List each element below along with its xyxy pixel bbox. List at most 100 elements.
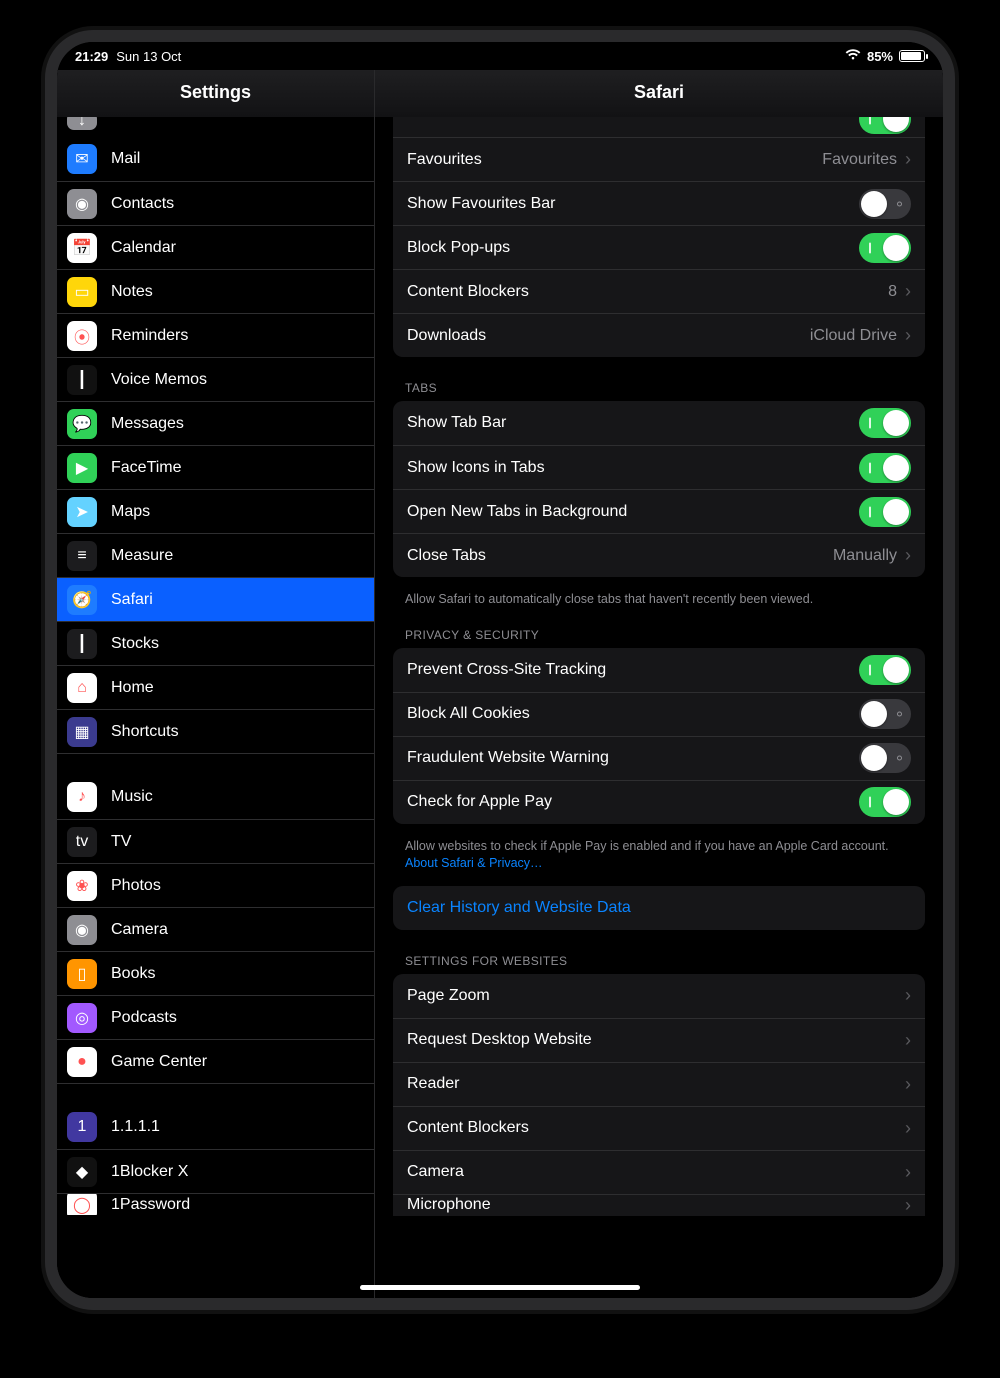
sidebar-item-notes[interactable]: ▭ Notes — [57, 269, 374, 313]
app-icon: ▭ — [67, 277, 97, 307]
label: Reader — [407, 1075, 905, 1093]
chevron-right-icon: › — [905, 325, 911, 346]
sidebar-item-podcasts[interactable]: ◎Podcasts — [57, 995, 374, 1039]
detail-pane: Safari Favourites Favourites › — [375, 70, 943, 1298]
row-block-cookies[interactable]: Block All Cookies — [393, 692, 925, 736]
section-clear: Clear History and Website Data — [393, 886, 925, 930]
sidebar-item-cutoff[interactable]: ↓ — [57, 117, 374, 137]
app-icon: 💬 — [67, 409, 97, 439]
sidebar-item-label: Game Center — [111, 1053, 207, 1071]
sidebar-item-voice-memos[interactable]: ┃Voice Memos — [57, 357, 374, 401]
status-time: 21:29 — [75, 49, 108, 64]
row-applepay[interactable]: Check for Apple Pay — [393, 780, 925, 824]
row-show-favourites-bar[interactable]: Show Favourites Bar — [393, 181, 925, 225]
detail-title: Safari — [375, 70, 943, 117]
app-icon: ◉ — [67, 915, 97, 945]
sidebar-divider — [57, 753, 374, 775]
sidebar-item-photos[interactable]: ❀Photos — [57, 863, 374, 907]
sidebar-item-reminders[interactable]: ⦿Reminders — [57, 313, 374, 357]
section-general: Favourites Favourites › Show Favourites … — [393, 117, 925, 357]
sidebar-item-stocks[interactable]: ┃Stocks — [57, 621, 374, 665]
sidebar-item-label: Home — [111, 679, 154, 697]
row-microphone[interactable]: Microphone› — [393, 1194, 925, 1216]
toggle[interactable] — [859, 233, 911, 263]
sidebar-item-measure[interactable]: ≡Measure — [57, 533, 374, 577]
status-date: Sun 13 Oct — [116, 49, 181, 64]
value: 8 — [888, 283, 897, 301]
sidebar-item-1password[interactable]: ◯1Password — [57, 1193, 374, 1215]
row-show-icons[interactable]: Show Icons in Tabs — [393, 445, 925, 489]
toggle[interactable] — [859, 408, 911, 438]
sidebar-item-label: Reminders — [111, 327, 188, 345]
sidebar-item-tv[interactable]: tvTV — [57, 819, 374, 863]
section-header-privacy: Privacy & Security — [393, 612, 925, 648]
toggle[interactable] — [859, 453, 911, 483]
app-icon: ❀ — [67, 871, 97, 901]
sidebar-item-books[interactable]: ▯Books — [57, 951, 374, 995]
toggle[interactable] — [859, 117, 911, 134]
home-indicator[interactable] — [360, 1285, 640, 1290]
wifi-icon — [845, 49, 861, 64]
chevron-right-icon: › — [905, 1195, 911, 1216]
toggle[interactable] — [859, 787, 911, 817]
chevron-right-icon: › — [905, 1118, 911, 1139]
label: Fraudulent Website Warning — [407, 749, 859, 767]
sidebar-item-facetime[interactable]: ▶FaceTime — [57, 445, 374, 489]
row-request-desktop-website[interactable]: Request Desktop Website› — [393, 1018, 925, 1062]
row-cutoff[interactable] — [393, 117, 925, 137]
sidebar-item-contacts[interactable]: ◉Contacts — [57, 181, 374, 225]
chevron-right-icon: › — [905, 985, 911, 1006]
sidebar-item-game-center[interactable]: ● Game Center — [57, 1039, 374, 1083]
sidebar-item-camera[interactable]: ◉ Camera — [57, 907, 374, 951]
row-show-tab-bar[interactable]: Show Tab Bar — [393, 401, 925, 445]
row-content-blockers[interactable]: Content Blockers› — [393, 1106, 925, 1150]
sidebar-item-mail[interactable]: ✉Mail — [57, 137, 374, 181]
value: Favourites — [822, 151, 897, 169]
sidebar-item-label: 1.1.1.1 — [111, 1118, 160, 1136]
row-fraud[interactable]: Fraudulent Website Warning — [393, 736, 925, 780]
row-page-zoom[interactable]: Page Zoom› — [393, 974, 925, 1018]
row-close-tabs[interactable]: Close Tabs Manually › — [393, 533, 925, 577]
row-reader[interactable]: Reader› — [393, 1062, 925, 1106]
sidebar-item-1-1-1-1[interactable]: 11.1.1.1 — [57, 1105, 374, 1149]
sidebar-item-music[interactable]: ♪Music — [57, 775, 374, 819]
sidebar-item-safari[interactable]: 🧭Safari — [57, 577, 374, 621]
row-content-blockers[interactable]: Content Blockers 8 › — [393, 269, 925, 313]
row-camera[interactable]: Camera› — [393, 1150, 925, 1194]
sidebar-item-maps[interactable]: ➤Maps — [57, 489, 374, 533]
sidebar-item-label: Notes — [111, 283, 153, 301]
toggle[interactable] — [859, 189, 911, 219]
label: Microphone — [407, 1196, 905, 1214]
sidebar-item-1blocker-x[interactable]: ◆1Blocker X — [57, 1149, 374, 1193]
sidebar-item-messages[interactable]: 💬Messages — [57, 401, 374, 445]
toggle[interactable] — [859, 497, 911, 527]
toggle[interactable] — [859, 743, 911, 773]
row-crosssite[interactable]: Prevent Cross-Site Tracking — [393, 648, 925, 692]
row-favourites[interactable]: Favourites Favourites › — [393, 137, 925, 181]
chevron-right-icon: › — [905, 1030, 911, 1051]
app-icon: ● — [67, 1047, 97, 1077]
sidebar-item-calendar[interactable]: 📅Calendar — [57, 225, 374, 269]
toggle[interactable] — [859, 655, 911, 685]
battery-icon — [899, 50, 925, 62]
label: Camera — [407, 1163, 905, 1181]
sidebar-item-home[interactable]: ⌂Home — [57, 665, 374, 709]
app-icon: 🧭 — [67, 585, 97, 615]
sidebar-item-label: Measure — [111, 547, 173, 565]
sidebar-item-label: Camera — [111, 921, 168, 939]
battery-percent: 85% — [867, 49, 893, 64]
label: Block All Cookies — [407, 705, 859, 723]
clear-history-button[interactable]: Clear History and Website Data — [393, 886, 925, 930]
section-header-tabs: Tabs — [393, 365, 925, 401]
row-open-new-bg[interactable]: Open New Tabs in Background — [393, 489, 925, 533]
section-tabs: Show Tab Bar Show Icons in Tabs Open New… — [393, 401, 925, 577]
toggle[interactable] — [859, 699, 911, 729]
label: Content Blockers — [407, 283, 888, 301]
row-block-popups[interactable]: Block Pop-ups — [393, 225, 925, 269]
about-privacy-link[interactable]: About Safari & Privacy… — [405, 856, 543, 870]
sidebar-list[interactable]: ↓ ✉Mail◉Contacts📅Calendar ▭ Notes ⦿Reminder… — [57, 117, 374, 1298]
row-downloads[interactable]: Downloads iCloud Drive › — [393, 313, 925, 357]
sidebar-item-shortcuts[interactable]: ▦Shortcuts — [57, 709, 374, 753]
value: Manually — [833, 547, 897, 565]
label: Block Pop-ups — [407, 239, 859, 257]
